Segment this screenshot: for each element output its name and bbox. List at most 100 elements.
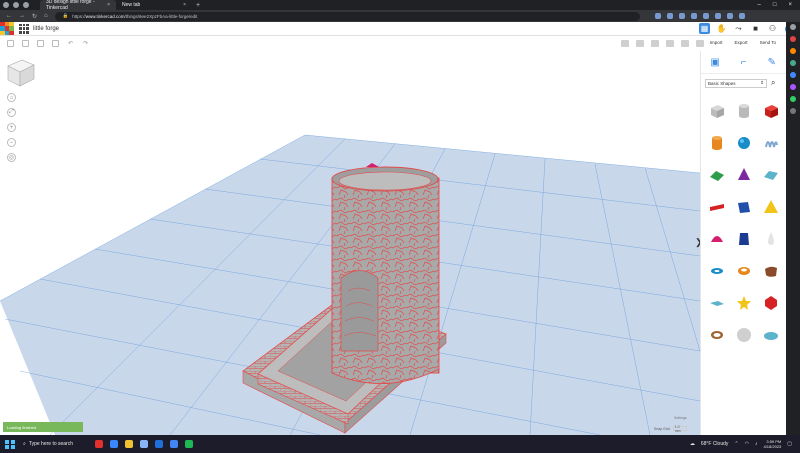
redo-icon[interactable]: ↷	[82, 40, 89, 47]
sidebar-app-icon[interactable]	[790, 72, 796, 78]
3d-view-grid-icon[interactable]: ▦	[699, 23, 710, 34]
star-blue-icon[interactable]	[703, 287, 730, 319]
workplane-canvas[interactable]	[0, 51, 700, 435]
chrome-icon[interactable]	[170, 440, 178, 448]
view-cube[interactable]	[7, 59, 35, 87]
hand-icon[interactable]: ✋	[716, 23, 727, 34]
sidebar-app-icon[interactable]	[790, 48, 796, 54]
polygon-navy-icon[interactable]	[730, 223, 757, 255]
wedge-brown-icon[interactable]	[757, 255, 784, 287]
extension-icon[interactable]	[690, 13, 697, 19]
roof-green-icon[interactable]	[703, 159, 730, 191]
sidebar-search-icon[interactable]	[790, 24, 796, 30]
search-icon[interactable]: ⌕	[771, 78, 775, 88]
windows-start-icon[interactable]	[5, 439, 15, 449]
taskbar-search[interactable]: ⌕ Type here to search	[23, 439, 85, 449]
add-user-icon[interactable]: ⚇	[767, 23, 778, 34]
edge-icon[interactable]	[110, 440, 118, 448]
box-red-icon[interactable]	[757, 95, 784, 127]
extension-icon[interactable]	[666, 13, 673, 19]
paste-icon[interactable]	[22, 40, 29, 47]
designs-menu-icon[interactable]	[19, 23, 29, 34]
paraboloid-white-icon[interactable]	[757, 223, 784, 255]
tinkercad-logo[interactable]	[0, 21, 14, 36]
mail-icon[interactable]	[155, 440, 163, 448]
forward-icon[interactable]: →	[19, 13, 25, 19]
box-blue-icon[interactable]	[730, 191, 757, 223]
star-yellow-icon[interactable]	[730, 287, 757, 319]
roof-teal-icon[interactable]	[757, 159, 784, 191]
import-button[interactable]: Import	[710, 40, 723, 45]
close-tab-icon[interactable]: ×	[183, 2, 186, 8]
new-tab-icon[interactable]: +	[192, 2, 204, 9]
wifi-icon[interactable]: ◠	[745, 441, 749, 447]
half-sphere-pink-icon[interactable]	[703, 223, 730, 255]
text-red-icon[interactable]	[703, 191, 730, 223]
ruler-icon[interactable]: ⌐	[737, 56, 749, 68]
shape-category-select[interactable]: Basic Shapes ⇕	[705, 78, 767, 88]
notifications-icon[interactable]: ▢	[787, 441, 792, 447]
copy-icon[interactable]	[7, 40, 14, 47]
sidebar-app-icon[interactable]	[790, 60, 796, 66]
show-all-icon[interactable]	[636, 40, 644, 47]
tray-chevron-icon[interactable]: ⌃	[734, 441, 738, 447]
home-view-icon[interactable]: ⌂	[7, 93, 16, 102]
reload-icon[interactable]: ↻	[32, 13, 37, 20]
extension-icon[interactable]	[702, 13, 709, 19]
extension-icon[interactable]	[726, 13, 733, 19]
light-icon[interactable]	[621, 40, 629, 47]
cylinder-grey-icon[interactable]	[730, 95, 757, 127]
volume-icon[interactable]: ♪	[755, 441, 758, 447]
project-title[interactable]: little forge	[33, 26, 59, 32]
align-icon[interactable]	[681, 40, 689, 47]
back-icon[interactable]: ←	[6, 13, 12, 19]
extension-icon[interactable]	[654, 13, 661, 19]
home-icon[interactable]: ⌂	[44, 13, 48, 19]
notes-icon[interactable]: ✎	[766, 56, 778, 68]
extension-icon[interactable]	[738, 13, 745, 19]
store-icon[interactable]	[140, 440, 148, 448]
snap-grid-select[interactable]: 1.0 mm	[672, 425, 687, 433]
clock[interactable]: 3:59 PM 4/18/2023	[763, 439, 781, 449]
torus-blue-icon[interactable]	[703, 255, 730, 287]
export-button[interactable]: Export	[735, 40, 748, 45]
strawberry-app-icon[interactable]	[95, 440, 103, 448]
pyramid-yellow-icon[interactable]	[757, 191, 784, 223]
sidebar-add-icon[interactable]	[790, 108, 796, 114]
zoom-in-icon[interactable]: +	[7, 123, 16, 132]
tab-new-tab[interactable]: New tab ×	[116, 0, 192, 10]
zoom-out-icon[interactable]: −	[7, 138, 16, 147]
undo-icon[interactable]: ↶	[67, 40, 74, 47]
weather-text[interactable]: 68°F Cloudy	[701, 441, 729, 447]
grid-panel-icon[interactable]: ▣	[709, 56, 721, 68]
file-explorer-icon[interactable]	[125, 440, 133, 448]
send-to-button[interactable]: Send To	[760, 40, 776, 45]
group-icon[interactable]	[651, 40, 659, 47]
spotify-icon[interactable]	[185, 440, 193, 448]
scribble-blue-icon[interactable]	[757, 127, 784, 159]
duplicate-icon[interactable]	[37, 40, 44, 47]
sidebar-app-icon[interactable]	[790, 36, 796, 42]
extension-icon[interactable]	[714, 13, 721, 19]
stone-tower[interactable]	[331, 163, 440, 385]
sidebar-app-icon[interactable]	[790, 96, 796, 102]
workplane-viewport[interactable]: ⌂ ⤢ + − ◎ Settings Snap Grid 1.0 mm ❯ Lo…	[0, 51, 700, 435]
ungroup-icon[interactable]	[666, 40, 674, 47]
icosahedron-red-icon[interactable]	[757, 287, 784, 319]
codeblocks-icon[interactable]: ⤳	[733, 23, 744, 34]
maximize-icon[interactable]: □	[773, 2, 777, 8]
settings-link[interactable]: Settings	[674, 416, 687, 420]
delete-icon[interactable]	[52, 40, 59, 47]
fit-view-icon[interactable]: ⤢	[7, 108, 16, 117]
ortho-view-icon[interactable]: ◎	[7, 153, 16, 162]
minimize-icon[interactable]: –	[758, 2, 761, 8]
sphere-blue-icon[interactable]	[730, 127, 757, 159]
extension-icon[interactable]	[678, 13, 685, 19]
url-input[interactable]: 🔒 https://www.tinkercad.com/things/6ee2X…	[54, 11, 640, 21]
tab-tinkercad[interactable]: 3D design little forge - Tinkercad ×	[40, 0, 116, 11]
round-roof-teal-icon[interactable]	[757, 319, 784, 351]
tube-orange-icon[interactable]	[730, 255, 757, 287]
close-tab-icon[interactable]: ×	[107, 2, 110, 8]
briefcase-icon[interactable]: ■	[750, 23, 761, 34]
sidebar-app-icon[interactable]	[790, 84, 796, 90]
